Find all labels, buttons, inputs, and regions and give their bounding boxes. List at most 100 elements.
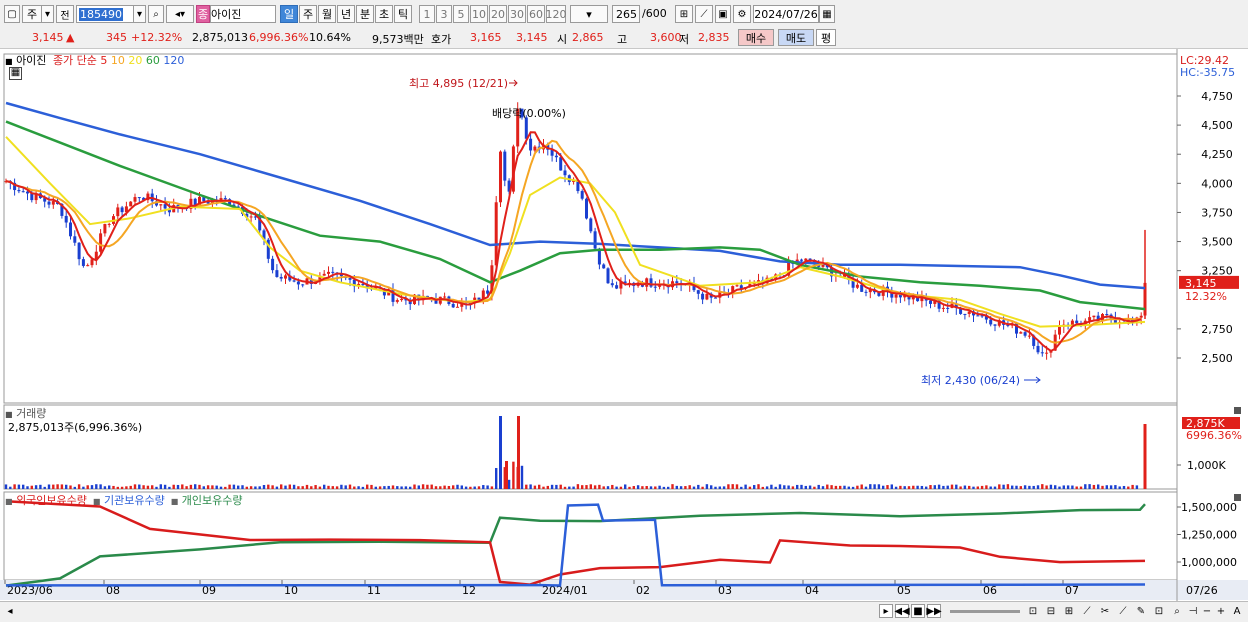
candle-body [606, 268, 610, 284]
volume-bar [430, 484, 433, 489]
draw2-icon[interactable]: ✂ [1098, 604, 1112, 618]
market-select[interactable]: 주 [22, 5, 42, 23]
volume-bar [284, 485, 287, 489]
candle-body [675, 281, 679, 283]
forward-icon[interactable]: ▶▶ [926, 604, 942, 618]
candle-body [451, 303, 455, 308]
crosshair-icon[interactable]: ⊞ [675, 5, 693, 23]
buy-button[interactable]: 매수 [738, 29, 774, 46]
volume-bar [937, 484, 941, 489]
zoom-tool-icon[interactable]: ⊡ [1026, 604, 1040, 618]
volume-bar [1019, 486, 1022, 489]
volume-bar [929, 485, 932, 489]
volume-bar [108, 485, 111, 489]
count-input[interactable]: 265 [612, 5, 640, 23]
prev-button[interactable]: 전 [56, 5, 74, 23]
volume-bar [202, 486, 205, 489]
rewind-icon[interactable]: ◀◀ [894, 604, 910, 618]
panel-handle-icon[interactable]: ■ [5, 57, 13, 66]
code-dropdown-icon[interactable]: ▾ [134, 5, 146, 23]
calendar-icon[interactable]: ▦ [819, 5, 835, 23]
volume-bar [1032, 485, 1035, 489]
interval-button-20[interactable]: 20 [489, 5, 507, 23]
period-tab-2[interactable]: 월 [318, 5, 336, 23]
volume-bar [482, 485, 485, 489]
period-tab-6[interactable]: 틱 [394, 5, 412, 23]
volume-bar [774, 486, 777, 489]
interval-button-5[interactable]: 5 [453, 5, 469, 23]
calculator-icon[interactable]: ▦ [9, 67, 22, 80]
candle-body [1045, 352, 1049, 354]
plus-icon[interactable]: + [1214, 604, 1228, 618]
stock-code-value: 185490 [79, 7, 123, 21]
search-icon[interactable]: ⌕ [148, 5, 164, 23]
chart-area[interactable]: 4,750 4,500 4,250 4,000 3,750 3,500 3,250 2,750… [0, 49, 1248, 601]
volume-bar [890, 484, 893, 489]
interval-button-30[interactable]: 30 [508, 5, 526, 23]
stock-name-field[interactable]: 아이진 [210, 5, 276, 23]
draw-icon[interactable]: ⟋ [1080, 604, 1094, 618]
volume-bar [593, 485, 597, 489]
gear-icon[interactable]: ⚙ [733, 5, 751, 23]
candle-body [301, 284, 305, 286]
volume-bar [34, 485, 38, 489]
zoom-slider[interactable] [950, 610, 1020, 613]
volume-bar [17, 484, 21, 489]
draw3-icon[interactable]: ⟋ [1116, 604, 1130, 618]
volume-bar [1036, 485, 1040, 489]
price-change-pct: +12.32% [131, 31, 183, 44]
interval-button-1[interactable]: 1 [419, 5, 435, 23]
candle-body [116, 207, 120, 217]
volume-bar [980, 485, 984, 489]
candle-body [64, 215, 68, 223]
window-icon[interactable]: ▢ [4, 5, 20, 23]
tool3-icon[interactable]: ⊞ [1062, 604, 1076, 618]
sell-button[interactable]: 매도 [778, 29, 814, 46]
eval-button[interactable]: 평 [816, 29, 836, 46]
volume-bar [538, 484, 541, 489]
candle-body [993, 324, 997, 326]
interval-button-120[interactable]: 120 [546, 5, 567, 23]
period-tab-4[interactable]: 분 [356, 5, 374, 23]
stock-code-input[interactable]: 185490 [76, 5, 134, 23]
stop-icon[interactable]: ■ [911, 604, 925, 618]
volume-bar [985, 485, 988, 489]
prev-page-icon[interactable]: ⊣ [1186, 604, 1200, 618]
chart-svg[interactable]: 4,750 4,500 4,250 4,000 3,750 3,500 3,250 2,750… [0, 49, 1248, 601]
volume-panel-close-icon [1234, 407, 1241, 414]
candle-body [989, 319, 993, 325]
chevron-down-icon[interactable]: ▾ [42, 5, 54, 23]
draw4-icon[interactable]: ✎ [1134, 604, 1148, 618]
high-label: 고 [617, 33, 628, 46]
period-tab-1[interactable]: 주 [299, 5, 317, 23]
candle-body [585, 198, 588, 219]
candle-body [86, 265, 90, 267]
volume-bar [894, 486, 898, 489]
candle-body [580, 191, 584, 199]
interval-button-3[interactable]: 3 [436, 5, 452, 23]
minus-icon[interactable]: − [1200, 604, 1214, 618]
interval-button-60[interactable]: 60 [527, 5, 545, 23]
period-tab-0[interactable]: 일 [280, 5, 298, 23]
font-size-icon[interactable]: A [1230, 604, 1244, 618]
speaker-icon[interactable]: ◂▾ [166, 5, 194, 23]
volume-bar [821, 486, 825, 489]
line-tool-icon[interactable]: ⟋ [695, 5, 713, 23]
scroll-left-icon[interactable]: ◂ [3, 604, 17, 618]
candle-body [137, 197, 141, 199]
zoom-icon[interactable]: ⌕ [1170, 604, 1184, 618]
candle-body [99, 233, 103, 252]
candle-body [103, 224, 107, 234]
candle-body [395, 300, 399, 302]
period-tab-5[interactable]: 초 [375, 5, 393, 23]
date-input[interactable]: 2024/07/26 [753, 5, 819, 23]
draw5-icon[interactable]: ⊡ [1152, 604, 1166, 618]
volume-bar [864, 486, 868, 489]
volume-bar [968, 485, 971, 489]
period-tab-3[interactable]: 년 [337, 5, 355, 23]
save-icon[interactable]: ▣ [715, 5, 731, 23]
scroll-right-icon[interactable]: ▸ [879, 604, 893, 618]
tool2-icon[interactable]: ⊟ [1044, 604, 1058, 618]
interval-button-10[interactable]: 10 [470, 5, 488, 23]
interval-dropdown[interactable]: ▾ [570, 5, 608, 23]
